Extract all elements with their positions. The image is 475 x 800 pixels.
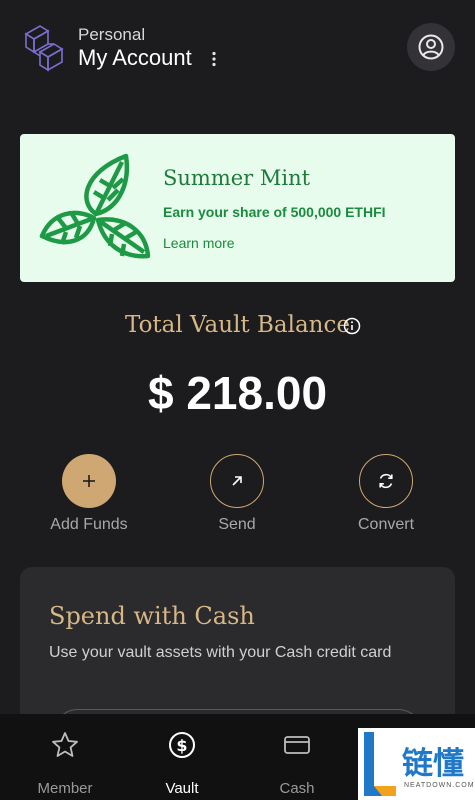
nav-item-member[interactable]: Member [20,730,110,797]
arrow-up-right-icon [232,476,242,486]
account-header: Personal My Account [0,0,475,100]
credit-card-icon [284,736,310,754]
promo-subtitle: Earn your share of 500,000 ETHFI [163,204,386,220]
add-funds-button[interactable]: Add Funds [19,454,159,534]
star-icon [52,732,78,757]
watermark-logo: 链懂 NEATDOWN.COM [358,728,475,800]
convert-label: Convert [357,516,415,533]
info-icon[interactable] [343,317,361,335]
spend-card-title: Spend with Cash [49,602,255,630]
profile-button[interactable] [407,23,455,71]
add-funds-label: Add Funds [50,516,128,533]
convert-button[interactable]: Convert [316,454,456,534]
send-circle[interactable] [210,454,264,508]
watermark-l-icon [364,732,396,796]
balance-label: Total Vault Balance [125,312,350,338]
spend-card-description: Use your vault assets with your Cash cre… [49,644,392,661]
watermark-subtext: NEATDOWN.COM [404,782,475,789]
mint-leaves-icon [39,153,151,259]
svg-text:$: $ [176,736,187,755]
account-name[interactable]: My Account [78,45,192,71]
promo-title: Summer Mint [163,166,311,190]
plus-icon [83,475,95,487]
nav-item-vault[interactable]: $ Vault [137,730,227,797]
nav-item-cash[interactable]: Cash [252,730,342,797]
send-button[interactable]: Send [167,454,307,534]
user-circle-icon [418,34,444,60]
balance-amount: $ 218.00 [147,367,328,419]
refresh-icon [379,473,393,489]
nav-vault-label: Vault [165,780,199,797]
convert-circle[interactable] [359,454,413,508]
account-type-label: Personal [78,25,146,44]
nav-member-label: Member [37,780,93,797]
promo-banner[interactable]: Summer Mint Earn your share of 500,000 E… [20,134,455,282]
nav-cash-label: Cash [279,780,315,797]
kebab-menu-icon[interactable] [211,51,217,67]
learn-more-link[interactable]: Learn more [163,235,235,251]
dollar-circle-icon: $ [169,732,195,758]
send-label: Send [218,516,256,533]
app-logo-icon [24,25,64,72]
add-funds-circle[interactable] [62,454,116,508]
watermark-text: 链懂 [402,746,464,782]
